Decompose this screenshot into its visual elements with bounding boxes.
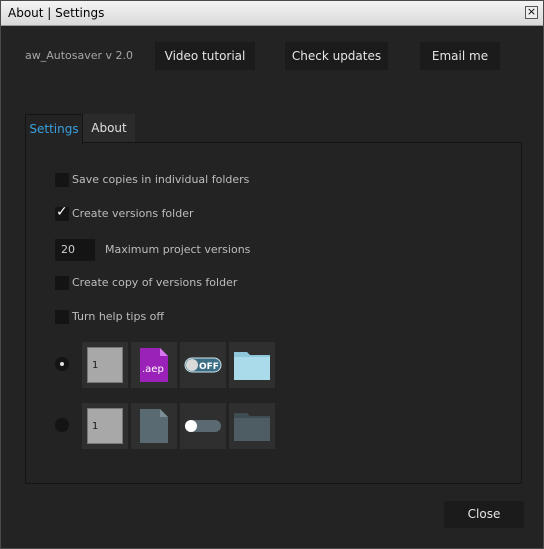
theme-2-folder-tile [229,403,275,449]
max-versions-label: Maximum project versions [105,243,251,256]
folder-icon [234,352,270,380]
settings-panel: Save copies in individual folders ✓ Crea… [25,142,522,484]
theme-1-toggle-tile: OFF [180,342,226,388]
tab-about[interactable]: About [83,114,135,142]
email-me-button[interactable]: Email me [420,42,500,70]
aep-file-icon: .aep [140,348,168,382]
theme-1-folder-tile [229,342,275,388]
folder-icon [234,413,270,441]
window-title: About | Settings [8,6,105,20]
check-updates-button[interactable]: Check updates [285,42,388,70]
save-copies-label: Save copies in individual folders [72,173,250,186]
radio-selected-dot [60,362,64,366]
save-copies-checkbox[interactable] [55,173,69,187]
toggle-off-icon: OFF [184,357,222,373]
theme-2-file-tile [131,403,177,449]
tab-settings[interactable]: Settings [25,114,83,144]
number-box-icon: 1 [87,347,123,383]
close-icon[interactable]: × [525,6,538,19]
max-versions-input[interactable]: 20 [55,239,95,261]
theme-2-toggle-tile [180,403,226,449]
aep-file-label: .aep [142,364,164,375]
checkmark-icon: ✓ [56,204,68,220]
create-versions-label: Create versions folder [72,207,194,220]
copy-versions-folder-label: Create copy of versions folder [72,276,238,289]
theme-1-radio[interactable] [55,357,69,371]
number-box-icon: 1 [87,408,123,444]
settings-window: About | Settings × aw_Autosaver v 2.0 Vi… [0,0,544,549]
version-label: aw_Autosaver v 2.0 [25,49,134,62]
theme-1-number-tile: 1 [82,342,128,388]
help-tips-label: Turn help tips off [72,310,164,323]
close-button[interactable]: Close [444,501,524,528]
copy-versions-folder-checkbox[interactable] [55,276,69,290]
theme-2-radio[interactable] [55,418,69,432]
video-tutorial-button[interactable]: Video tutorial [155,42,255,70]
toggle-off-label: OFF [199,362,219,372]
theme-2-number-tile: 1 [82,403,128,449]
theme-1-file-tile: .aep [131,342,177,388]
help-tips-checkbox[interactable] [55,310,69,324]
create-versions-checkbox[interactable]: ✓ [55,204,69,221]
window-content: aw_Autosaver v 2.0 Video tutorial Check … [1,26,543,548]
file-icon [140,409,168,443]
toggle-switch-icon [185,420,221,432]
title-bar[interactable]: About | Settings × [1,1,543,26]
